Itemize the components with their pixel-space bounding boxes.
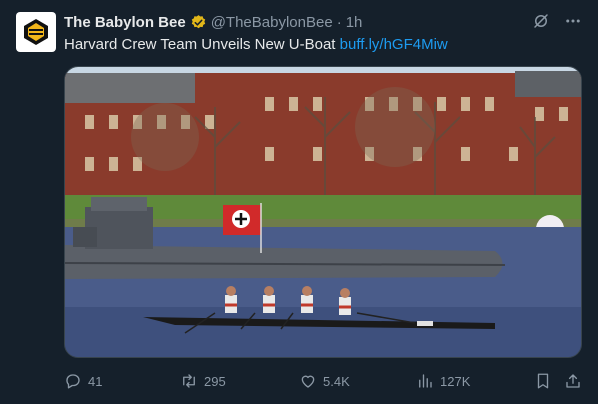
tweet-image[interactable]	[64, 66, 582, 358]
views-button[interactable]: 127K	[416, 372, 470, 390]
author-handle[interactable]: @TheBabylonBee	[211, 14, 333, 31]
separator-dot: ·	[336, 13, 342, 31]
reply-count: 41	[88, 373, 103, 389]
like-button[interactable]: 5.4K	[299, 372, 350, 390]
views-count: 127K	[440, 373, 471, 389]
retweet-button[interactable]: 295	[180, 372, 226, 390]
heart-icon	[301, 375, 315, 388]
share-icon	[566, 374, 580, 388]
tweet-body: Harvard Crew Team Unveils New U-Boat	[64, 36, 336, 53]
reply-icon	[66, 374, 80, 389]
tweet-text: Harvard Crew Team Unveils New U-Boat buf…	[64, 35, 582, 55]
bookmark-icon	[537, 373, 549, 389]
timestamp[interactable]: 1h	[346, 14, 363, 31]
like-count: 5.4K	[323, 373, 350, 389]
retweet-count: 295	[204, 373, 226, 389]
tweet-photo	[65, 67, 581, 357]
author-name[interactable]: The Babylon Bee	[64, 14, 186, 31]
views-icon	[419, 374, 432, 388]
babylon-bee-logo-icon	[24, 19, 48, 45]
grok-icon[interactable]	[532, 12, 550, 34]
reply-button[interactable]: 41	[64, 372, 102, 390]
retweet-icon	[183, 374, 195, 388]
tweet-actions: 41 295 5.4K 127K	[64, 370, 582, 392]
verified-badge-icon	[190, 14, 207, 31]
share-button[interactable]	[564, 372, 582, 390]
tweet-link[interactable]: buff.ly/hGF4Miw	[340, 36, 448, 53]
more-icon[interactable]	[564, 12, 582, 34]
bookmark-button[interactable]	[534, 372, 552, 390]
tweet-header: The Babylon Bee @TheBabylonBee · 1h	[64, 12, 582, 32]
avatar[interactable]	[16, 12, 56, 52]
